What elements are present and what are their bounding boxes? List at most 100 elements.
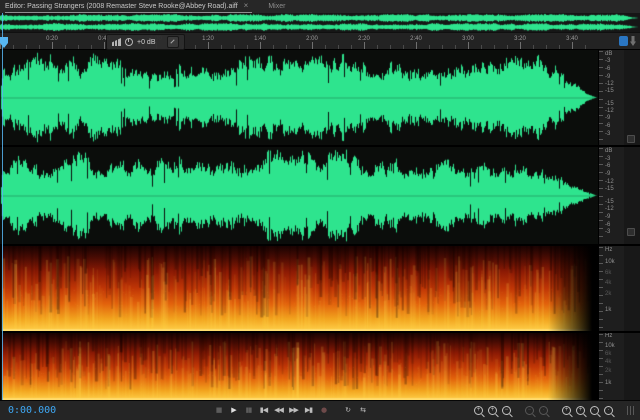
ruler-options-icon[interactable]	[630, 36, 636, 46]
spectrogram-canvas-right[interactable]	[0, 333, 598, 400]
gain-value[interactable]: +0 dB	[137, 39, 156, 46]
zoom-in-vertical-button[interactable]: +	[488, 406, 497, 415]
waveform-spectrogram-splitter[interactable]	[0, 244, 640, 246]
overview-waveform[interactable]	[0, 13, 640, 32]
db-label: -9	[605, 171, 610, 177]
hud-overlay[interactable]: +0 dB	[106, 34, 185, 50]
db-ticks	[599, 51, 603, 144]
freq-ruler-right[interactable]: Hz 10k 6k 4k 2k 1k	[598, 333, 624, 400]
play-button[interactable]: ▶	[229, 406, 238, 415]
db-label: -3	[605, 156, 610, 162]
freq-label: 1k	[605, 380, 611, 386]
spectrogram-canvas-left[interactable]	[0, 246, 598, 331]
db-label: -9	[605, 74, 610, 80]
channel-divider	[0, 145, 640, 147]
db-label: -6	[605, 123, 610, 129]
editor-tab-label: Editor: Passing Strangers (2008 Remaster…	[5, 3, 238, 10]
db-label: -6	[605, 163, 610, 169]
pause-button[interactable]: ▮▮	[244, 406, 253, 415]
levels-icon	[112, 38, 121, 46]
freq-ruler-left[interactable]: Hz10k6k4k2k1k	[598, 246, 624, 331]
db-label: -15	[605, 88, 614, 94]
db-ruler-right[interactable]: dB-3-6-9-12-15-15-12-9-6-3	[598, 147, 624, 244]
db-label: -15	[605, 186, 614, 192]
time-label: 3:00	[462, 36, 474, 42]
db-label: -9	[605, 214, 610, 220]
freq-label: 2k	[605, 291, 611, 297]
scale-grab-handle[interactable]	[627, 135, 635, 143]
transport-controls: ■ ▶ ▮▮ ▮◀ ◀◀ ▶▶ ▶▮ ● ↻ ⇆	[214, 406, 367, 415]
zoom-out-vertical-button[interactable]: −	[525, 406, 534, 415]
db-ticks	[599, 148, 603, 243]
tab-mixer[interactable]: Mixer	[268, 0, 285, 13]
freq-label: 2k	[605, 368, 611, 374]
db-label: -12	[605, 206, 614, 212]
zoom-out-horizontal-button[interactable]: −	[502, 406, 511, 415]
time-label: 1:20	[202, 36, 214, 42]
time-display[interactable]: 0:00.000	[8, 405, 56, 416]
tab-editor[interactable]: Editor: Passing Strangers (2008 Remaster…	[5, 0, 252, 13]
time-label: 2:20	[358, 36, 370, 42]
channel-divider	[0, 331, 640, 333]
freq-label: Hz	[605, 247, 612, 253]
freq-label: 6k	[605, 270, 611, 276]
freq-ticks	[599, 247, 603, 330]
close-icon[interactable]: ×	[244, 2, 249, 10]
time-label: 3:40	[566, 36, 578, 42]
hud-edit-icon[interactable]	[167, 36, 179, 48]
freq-label: 10k	[605, 343, 615, 349]
timeline-ruler[interactable]: 0:200:401:001:201:402:002:202:403:003:20…	[0, 32, 640, 50]
db-label: -3	[605, 229, 610, 235]
db-label: -6	[605, 222, 610, 228]
db-label: -9	[605, 115, 610, 121]
record-button[interactable]: ●	[319, 406, 328, 415]
zoom-in-at-out-point-button[interactable]: +	[576, 406, 585, 415]
freq-label: 10k	[605, 259, 615, 265]
audition-window: Editor: Passing Strangers (2008 Remaster…	[0, 0, 640, 420]
meters-button[interactable]	[627, 406, 634, 415]
skip-to-end-button[interactable]: ▶▮	[304, 406, 313, 415]
db-label: -12	[605, 108, 614, 114]
ruler-ticks	[0, 33, 598, 49]
stop-button[interactable]: ■	[214, 406, 223, 415]
db-label: dB	[605, 51, 612, 57]
scale-grab-handle[interactable]	[627, 228, 635, 236]
snap-icon[interactable]	[619, 36, 628, 46]
db-label: -12	[605, 179, 614, 185]
zoom-out-full-button[interactable]: ·	[539, 406, 548, 415]
fast-forward-button[interactable]: ▶▶	[289, 406, 298, 415]
skip-to-start-button[interactable]: ▮◀	[259, 406, 268, 415]
time-label: 3:20	[514, 36, 526, 42]
freq-label: 6k	[605, 351, 611, 357]
time-label: 2:40	[410, 36, 422, 42]
playhead-line[interactable]	[2, 13, 3, 400]
freq-ticks	[599, 334, 603, 399]
skip-selection-button[interactable]: ⇆	[358, 406, 367, 415]
freq-label: 4k	[605, 359, 611, 365]
db-ruler-left[interactable]: dB-3-6-9-12-15-15-12-9-6-3	[598, 50, 624, 145]
mixer-tab-label: Mixer	[268, 3, 285, 10]
db-label: dB	[605, 148, 612, 154]
db-label: -15	[605, 199, 614, 205]
rewind-button[interactable]: ◀◀	[274, 406, 283, 415]
zoom-toolbar: ++−−·++··	[474, 406, 634, 415]
zoom-reset-time-button[interactable]: ·	[604, 406, 613, 415]
zoom-in-at-in-point-button[interactable]: +	[562, 406, 571, 415]
db-label: -12	[605, 81, 614, 87]
db-label: -3	[605, 131, 610, 137]
time-label: 1:40	[254, 36, 266, 42]
waveform-canvas-left[interactable]	[0, 50, 598, 145]
panel-tabbar: Editor: Passing Strangers (2008 Remaster…	[0, 0, 640, 13]
time-label: 0:20	[46, 36, 58, 42]
status-bar: 0:00.000 ■▶▮▮▮◀◀◀▶▶▶▮●↻⇆ ++−−·++··	[0, 400, 640, 420]
freq-label: 1k	[605, 307, 611, 313]
gain-knob-icon[interactable]	[125, 38, 133, 46]
db-label: -3	[605, 58, 610, 64]
right-handle-column	[624, 50, 640, 400]
zoom-in-horizontal-button[interactable]: +	[474, 406, 483, 415]
loop-playback-button[interactable]: ↻	[343, 406, 352, 415]
freq-label: Hz	[605, 333, 612, 339]
zoom-to-selection-button[interactable]: ·	[590, 406, 599, 415]
waveform-canvas-right[interactable]	[0, 147, 598, 244]
db-label: -6	[605, 66, 610, 72]
